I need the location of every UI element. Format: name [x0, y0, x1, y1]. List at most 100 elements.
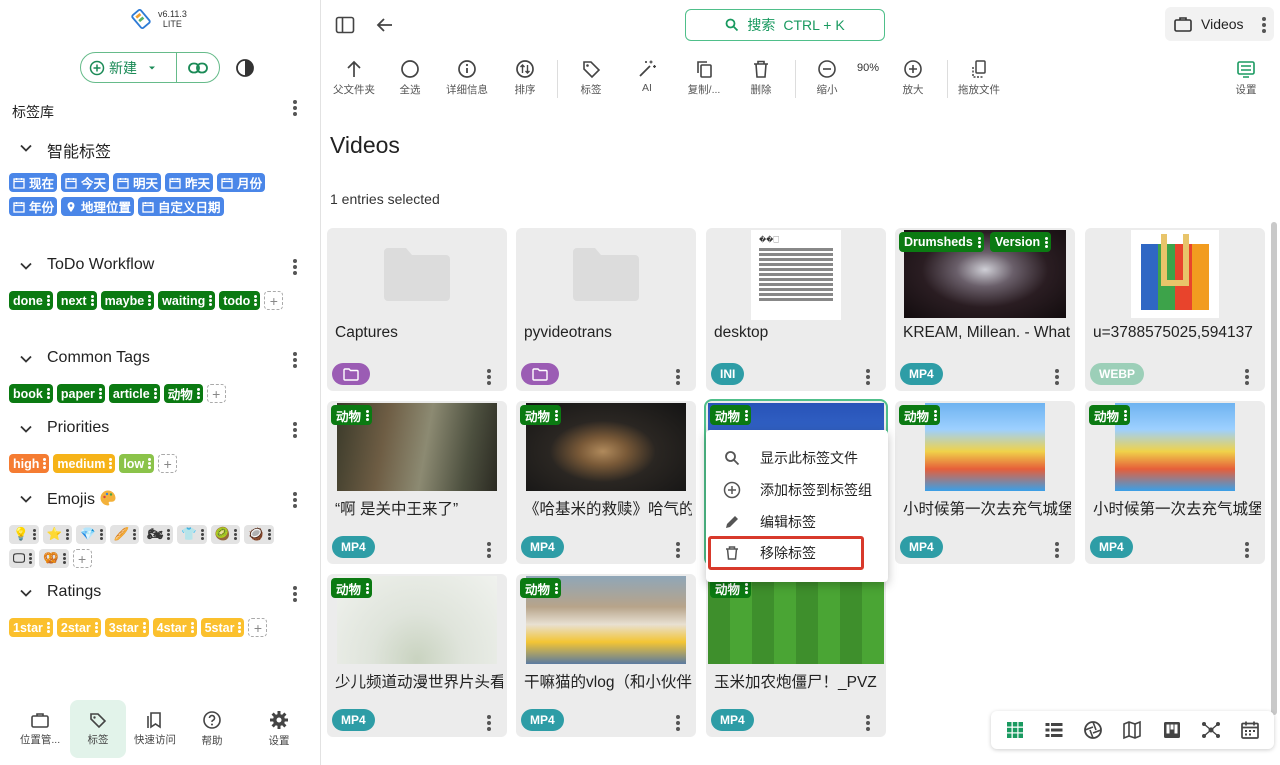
tag-menu-icon[interactable] [1124, 409, 1128, 421]
tag-menu-icon[interactable] [209, 295, 213, 306]
group-menu-icon[interactable] [293, 351, 297, 367]
tag-book[interactable]: book [9, 384, 53, 403]
list-view-icon[interactable] [1044, 720, 1064, 740]
entry-menu-icon[interactable] [866, 368, 870, 384]
entry-card[interactable]: pyvideotrans [516, 228, 696, 391]
tag-menu-icon[interactable] [745, 582, 749, 594]
tag-menu-icon[interactable] [43, 458, 47, 469]
group-menu-icon[interactable] [293, 421, 297, 437]
tag-today[interactable]: 今天 [61, 173, 110, 192]
tag-menu-icon[interactable] [98, 388, 102, 399]
entry-tag[interactable]: 动物 [710, 405, 752, 425]
entry-tag[interactable]: 动物 [331, 578, 373, 598]
tag-menu-icon[interactable] [555, 582, 559, 594]
entry-tag[interactable]: 动物 [331, 405, 373, 425]
entry-tag[interactable]: 动物 [1089, 405, 1131, 425]
tag-month[interactable]: 月份 [217, 173, 266, 192]
theme-toggle[interactable] [235, 58, 255, 83]
tag-article[interactable]: article [108, 384, 160, 403]
add-tag-button[interactable]: + [72, 549, 92, 568]
tag-emoji-pretzel[interactable]: 🥨 [39, 549, 69, 568]
group-menu-icon[interactable] [293, 258, 297, 274]
entry-menu-icon[interactable] [866, 714, 870, 730]
aperture-icon[interactable] [1083, 720, 1103, 740]
entry-menu-icon[interactable] [1245, 541, 1249, 557]
tag-menu-icon[interactable] [234, 529, 238, 540]
tag-menu-icon[interactable] [977, 236, 981, 248]
entry-menu-icon[interactable] [1055, 541, 1059, 557]
entry-card[interactable]: 动物 少儿频道动漫世界片头看 MP4 [327, 574, 507, 737]
entry-menu-icon[interactable] [487, 714, 491, 730]
tag-menu-icon[interactable] [46, 388, 50, 399]
tag-menu-icon[interactable] [196, 388, 200, 399]
nav-locations[interactable]: 位置管... [12, 700, 68, 758]
tag-menu-icon[interactable] [1045, 236, 1049, 248]
menu-add-tag-to-group[interactable]: 添加标签到标签组 [706, 474, 888, 506]
tag-menu-icon[interactable] [62, 553, 66, 564]
tag-menu-icon[interactable] [90, 295, 94, 306]
tag-menu-icon[interactable] [934, 409, 938, 421]
tag-menu-icon[interactable] [238, 622, 242, 633]
tag-menu-icon[interactable] [153, 388, 157, 399]
tag-menu-icon[interactable] [167, 529, 171, 540]
tag-maybe[interactable]: maybe [100, 291, 155, 310]
entry-menu-icon[interactable] [1055, 368, 1059, 384]
add-tag-button[interactable]: + [158, 454, 178, 473]
tag-menu-icon[interactable] [745, 409, 749, 421]
tag-done[interactable]: done [9, 291, 53, 310]
tag-emoji-screen[interactable]: 🖵 [9, 549, 36, 568]
sort-button[interactable]: 排序 [495, 58, 555, 98]
tag-menu-icon[interactable] [94, 622, 98, 633]
group-header[interactable]: Priorities [0, 417, 321, 441]
nav-settings[interactable]: 设置 [251, 700, 307, 758]
toggle-sidebar-button[interactable] [335, 15, 355, 40]
entry-card[interactable]: Captures [327, 228, 507, 391]
tag-menu-icon[interactable] [99, 529, 103, 540]
tag-button[interactable]: 标签 [561, 58, 621, 98]
tag-menu-icon[interactable] [254, 295, 258, 306]
tag-menu-icon[interactable] [133, 529, 137, 540]
tag-tomorrow[interactable]: 明天 [113, 173, 162, 192]
entry-menu-icon[interactable] [676, 714, 680, 730]
menu-edit-tag[interactable]: 编辑标签 [706, 506, 888, 538]
tag-menu-icon[interactable] [148, 295, 152, 306]
group-header[interactable]: Common Tags [0, 347, 321, 371]
entry-tag[interactable]: 动物 [899, 405, 941, 425]
entry-card[interactable]: Drumsheds Version KREAM, Millean. - What… [895, 228, 1075, 391]
calendar-icon[interactable] [1240, 720, 1260, 740]
entry-menu-icon[interactable] [676, 368, 680, 384]
tag-2star[interactable]: 2star [56, 618, 101, 637]
tag-menu-icon[interactable] [366, 409, 370, 421]
grid-view-icon[interactable] [1005, 720, 1025, 740]
add-tag-button[interactable]: + [206, 384, 226, 403]
entry-card[interactable]: 动物 “啊 是关中王来了” MP4 [327, 401, 507, 564]
nav-quick-access[interactable]: 快速访问 [127, 700, 183, 758]
zoom-out-button[interactable]: 缩小 [797, 58, 857, 98]
entry-tag[interactable]: Drumsheds [899, 232, 984, 252]
location-switcher[interactable]: Videos [1165, 7, 1274, 41]
tag-emoji-gem[interactable]: 💎 [76, 525, 106, 544]
entry-menu-icon[interactable] [1245, 368, 1249, 384]
library-menu-icon[interactable] [293, 99, 297, 115]
entry-menu-icon[interactable] [487, 368, 491, 384]
nav-tags[interactable]: 标签 [70, 700, 126, 758]
add-tag-button[interactable]: + [264, 291, 284, 310]
entry-card[interactable]: 动物 干嘛猫的vlog（和小伙伴 MP4 [516, 574, 696, 737]
add-tag-button[interactable]: + [248, 618, 268, 637]
entry-menu-icon[interactable] [487, 541, 491, 557]
drop-file-button[interactable]: 拖放文件 [949, 58, 1009, 98]
tag-menu-icon[interactable] [267, 529, 271, 540]
tag-high[interactable]: high [9, 454, 50, 473]
tag-next[interactable]: next [56, 291, 97, 310]
tag-menu-icon[interactable] [148, 458, 152, 469]
tag-3star[interactable]: 3star [104, 618, 149, 637]
tag-low[interactable]: low [119, 454, 155, 473]
ai-button[interactable]: AI [617, 58, 677, 98]
zoom-in-button[interactable]: 放大 [883, 58, 943, 98]
tag-menu-icon[interactable] [46, 295, 50, 306]
entry-tag[interactable]: 动物 [520, 405, 562, 425]
tag-menu-icon[interactable] [366, 582, 370, 594]
tag-emoji-bulb[interactable]: 💡 [9, 525, 39, 544]
scrollbar[interactable] [1271, 222, 1277, 715]
tag-4star[interactable]: 4star [152, 618, 197, 637]
